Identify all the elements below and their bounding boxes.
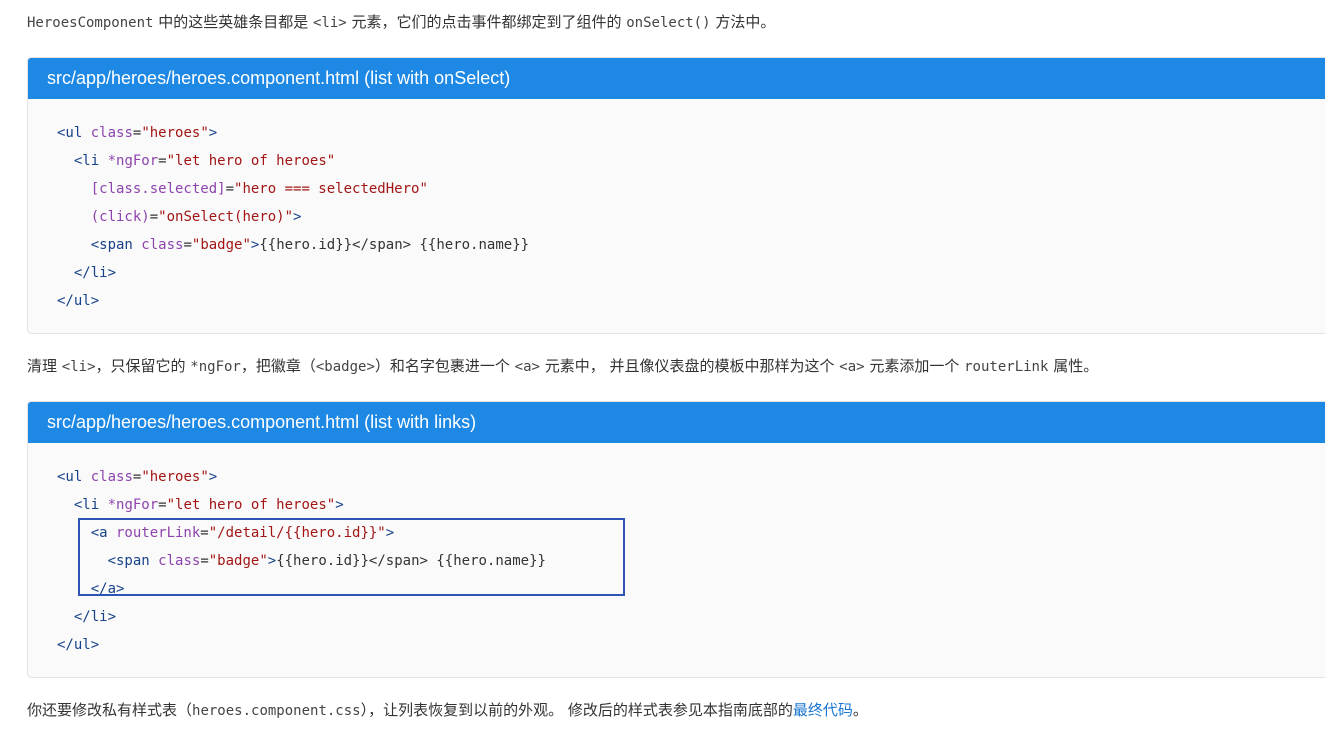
code-line: </li>	[73, 609, 117, 625]
code-block: <ul class="heroes"> <li *ngFor="let hero…	[28, 443, 1325, 659]
code-panel-title: src/app/heroes/heroes.component.html (li…	[28, 402, 1325, 443]
intro-paragraph: HeroesComponent 中的这些英雄条目都是 <li> 元素，它们的点击…	[27, 13, 776, 31]
code-panel-links: src/app/heroes/heroes.component.html (li…	[27, 401, 1325, 678]
inline-code: routerLink	[964, 359, 1049, 375]
code-line: </li>	[73, 265, 117, 281]
code-block: <ul class="heroes"> <li *ngFor="let hero…	[28, 99, 1325, 315]
code-line: </ul>	[57, 637, 100, 653]
code-line: (click)="onSelect(hero)">	[90, 209, 302, 225]
inline-code: <li>	[61, 359, 96, 375]
inline-code: <badge>	[315, 359, 375, 375]
code-line: [class.selected]="hero === selectedHero"	[90, 181, 428, 197]
inline-code: <a>	[514, 359, 540, 375]
code-line: <li *ngFor="let hero of heroes">	[73, 497, 344, 513]
final-code-link[interactable]: 最终代码	[793, 701, 853, 719]
code-line: <ul class="heroes">	[57, 469, 218, 485]
code-panel-title: src/app/heroes/heroes.component.html (li…	[28, 58, 1325, 99]
inline-code: onSelect()	[626, 15, 711, 31]
inline-code: *ngFor	[190, 359, 241, 375]
outro-paragraph: 你还要修改私有样式表（heroes.component.css），让列表恢复到以…	[27, 701, 868, 719]
middle-paragraph: 清理 <li>，只保留它的 *ngFor，把徽章（<badge>）和名字包裹进一…	[27, 357, 1099, 375]
code-panel-onselect: src/app/heroes/heroes.component.html (li…	[27, 57, 1325, 334]
code-line: </ul>	[57, 293, 100, 309]
code-line: <span class="badge">{{hero.id}}</span> {…	[90, 237, 530, 253]
inline-code: <li>	[312, 15, 347, 31]
highlight-box	[78, 518, 625, 596]
inline-code: heroes.component.css	[192, 703, 361, 719]
inline-code: <a>	[839, 359, 865, 375]
code-line: <ul class="heroes">	[57, 125, 218, 141]
code-line: <li *ngFor="let hero of heroes"	[73, 153, 336, 169]
inline-code: HeroesComponent	[27, 15, 154, 31]
